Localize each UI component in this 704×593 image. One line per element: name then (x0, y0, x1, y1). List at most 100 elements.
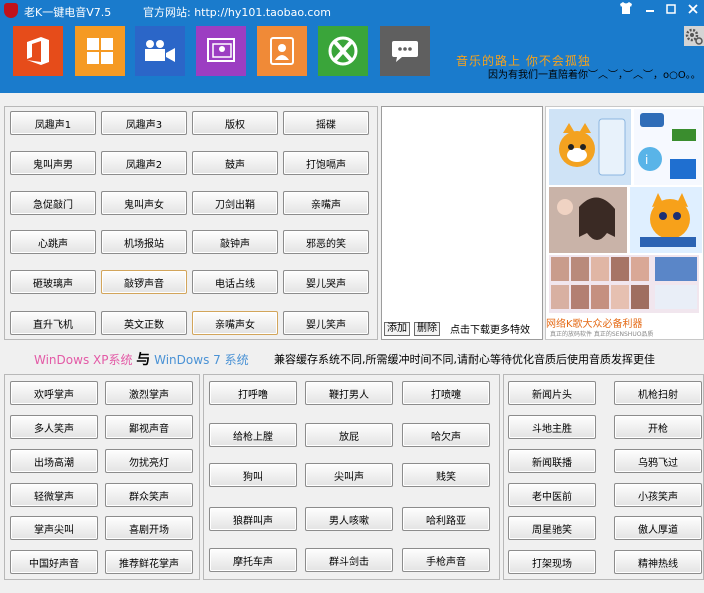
bottom-left-button[interactable]: 鄙视声音 (105, 415, 193, 439)
shirt-icon[interactable] (618, 2, 634, 18)
delete-button[interactable]: 删除 (414, 322, 440, 336)
xp-label: WinDows XP系统 (34, 353, 133, 367)
bottom-mid-button[interactable]: 打呼噜 (209, 381, 297, 405)
top-buttons-button[interactable]: 敲钟声 (192, 230, 278, 254)
top-buttons-button[interactable]: 砸玻璃声 (10, 270, 96, 294)
add-button[interactable]: 添加 (384, 322, 410, 336)
ad-photo-1 (549, 187, 627, 253)
bottom-mid-button[interactable]: 放屁 (305, 423, 393, 447)
minimize-icon[interactable] (642, 2, 658, 18)
top-buttons-button[interactable]: 机场报站 (101, 230, 187, 254)
bottom-mid-button[interactable]: 群斗剑击 (305, 548, 393, 572)
top-buttons-button[interactable]: 鬼叫声男 (10, 151, 96, 175)
system-compat-label: WinDows XP系统 与 WinDows 7 系统 (34, 349, 249, 369)
bottom-right-button[interactable]: 新闻片头 (508, 381, 596, 405)
and-label: 与 (136, 352, 151, 368)
ad-subcaption: 真正的放码软件 真正的SENSHUO品质 (550, 331, 654, 338)
bottom-left-button[interactable]: 喜剧开场 (105, 516, 193, 540)
bottom-left-button[interactable]: 激烈掌声 (105, 381, 193, 405)
video-camera-icon (145, 40, 175, 62)
bottom-right-button[interactable]: 新闻联播 (508, 449, 596, 473)
bottom-left-button[interactable]: 掌声尖叫 (10, 516, 98, 540)
windows-tile[interactable] (75, 26, 125, 76)
bottom-mid-button[interactable]: 贱笑 (402, 463, 490, 487)
bottom-mid-button[interactable]: 给枪上膛 (209, 423, 297, 447)
ad-mascot-2 (630, 187, 702, 253)
top-buttons-button[interactable]: 打饱嗝声 (283, 151, 369, 175)
bottom-right-button[interactable]: 老中医前 (508, 483, 596, 507)
bottom-left-button[interactable]: 推荐鲜花掌声 (105, 550, 193, 574)
top-buttons-button[interactable]: 邪恶的笑 (283, 230, 369, 254)
slogan-subline: 因为有我们一直陪着你︶︿︶，︶︿︶，o○O。。 (488, 70, 701, 81)
bottom-right-button[interactable]: 周星驰笑 (508, 516, 596, 540)
ad-caption: 网络K歌大众必备利器 (546, 319, 643, 330)
top-buttons-button[interactable]: 摇碟 (283, 111, 369, 135)
ad-mascot-image (549, 109, 631, 185)
site-url[interactable]: 官方网站: http://hy101.taobao.com (143, 4, 331, 20)
bottom-mid-button[interactable]: 鞭打男人 (305, 381, 393, 405)
chat-bubble-icon (392, 41, 418, 62)
top-buttons-button[interactable]: 凤趣声2 (101, 151, 187, 175)
bottom-right-button[interactable]: 打架现场 (508, 550, 596, 574)
svg-text:i: i (645, 153, 648, 167)
contact-card-icon (207, 38, 235, 62)
top-buttons-button[interactable]: 鬼叫声女 (101, 191, 187, 215)
office-tile[interactable] (13, 26, 63, 76)
xbox-tile[interactable] (318, 26, 368, 76)
bottom-left-button[interactable]: 出场高潮 (10, 449, 98, 473)
bottom-left-button[interactable]: 欢呼掌声 (10, 381, 98, 405)
top-buttons-button[interactable]: 鼓声 (192, 151, 278, 175)
top-buttons-button[interactable]: 急促敲门 (10, 191, 96, 215)
top-buttons-button[interactable]: 婴儿哭声 (283, 270, 369, 294)
bottom-mid-button[interactable]: 哈欠声 (402, 423, 490, 447)
contacts-tile[interactable] (196, 26, 246, 76)
bottom-mid-button[interactable]: 尖叫声 (305, 463, 393, 487)
top-buttons-button[interactable]: 凤趣声1 (10, 111, 96, 135)
bottom-mid-button[interactable]: 狼群叫声 (209, 507, 297, 531)
bottom-mid-button[interactable]: 男人咳嗽 (305, 507, 393, 531)
top-buttons-button[interactable]: 心跳声 (10, 230, 96, 254)
bottom-left-button[interactable]: 勿扰亮灯 (105, 449, 193, 473)
bottom-left-button[interactable]: 中国好声音 (10, 550, 98, 574)
top-buttons-button[interactable]: 敲锣声音 (101, 270, 187, 294)
bottom-right-button[interactable]: 开枪 (614, 415, 702, 439)
bottom-right-button[interactable]: 小孩笑声 (614, 483, 702, 507)
maximize-icon[interactable] (663, 2, 679, 18)
person-icon (270, 37, 294, 65)
office-icon (27, 37, 49, 65)
bottom-right-button[interactable]: 斗地主胜 (508, 415, 596, 439)
message-tile[interactable] (380, 26, 430, 76)
top-buttons-button[interactable]: 亲嘴声女 (192, 311, 278, 335)
ad-app-image: i (634, 109, 702, 185)
top-buttons-button[interactable]: 刀剑出鞘 (192, 191, 278, 215)
bottom-right-button[interactable]: 机枪扫射 (614, 381, 702, 405)
bottom-mid-button[interactable]: 摩托车声 (209, 548, 297, 572)
bottom-mid-button[interactable]: 打喷嚏 (402, 381, 490, 405)
top-buttons-button[interactable]: 电话占线 (192, 270, 278, 294)
bottom-mid-button[interactable]: 手枪声音 (402, 548, 490, 572)
top-buttons-button[interactable]: 直升飞机 (10, 311, 96, 335)
app-logo-icon (4, 3, 18, 18)
bottom-mid-button[interactable]: 狗叫 (209, 463, 297, 487)
close-icon[interactable] (685, 2, 701, 18)
download-hint[interactable]: 点击下载更多特效 (450, 321, 530, 336)
top-buttons-button[interactable]: 版权 (192, 111, 278, 135)
bottom-right-button[interactable]: 傲人厚道 (614, 516, 702, 540)
bottom-left-button[interactable]: 多人笑声 (10, 415, 98, 439)
top-buttons-button[interactable]: 凤趣声3 (101, 111, 187, 135)
top-buttons-button[interactable]: 英文正数 (101, 311, 187, 335)
bottom-left-button[interactable]: 轻微掌声 (10, 483, 98, 507)
top-buttons-button[interactable]: 婴儿笑声 (283, 311, 369, 335)
advertisement[interactable]: i 网络K歌大众必备利器 真正的放码软件 真正的SENSHUO品质 (545, 106, 704, 340)
video-tile[interactable] (135, 26, 185, 76)
top-buttons-button[interactable]: 亲嘴声 (283, 191, 369, 215)
effect-list[interactable] (381, 106, 543, 340)
title-bar: 老K一键电音V7.5 官方网站: http://hy101.taobao.com (0, 0, 704, 22)
bottom-mid-button[interactable]: 哈利路亚 (402, 507, 490, 531)
windows-icon (87, 38, 113, 64)
gear-icon[interactable] (684, 26, 704, 46)
bottom-right-button[interactable]: 精神热线 (614, 550, 702, 574)
bottom-right-button[interactable]: 乌鸦飞过 (614, 449, 702, 473)
person-tile[interactable] (257, 26, 307, 76)
bottom-left-button[interactable]: 群众笑声 (105, 483, 193, 507)
